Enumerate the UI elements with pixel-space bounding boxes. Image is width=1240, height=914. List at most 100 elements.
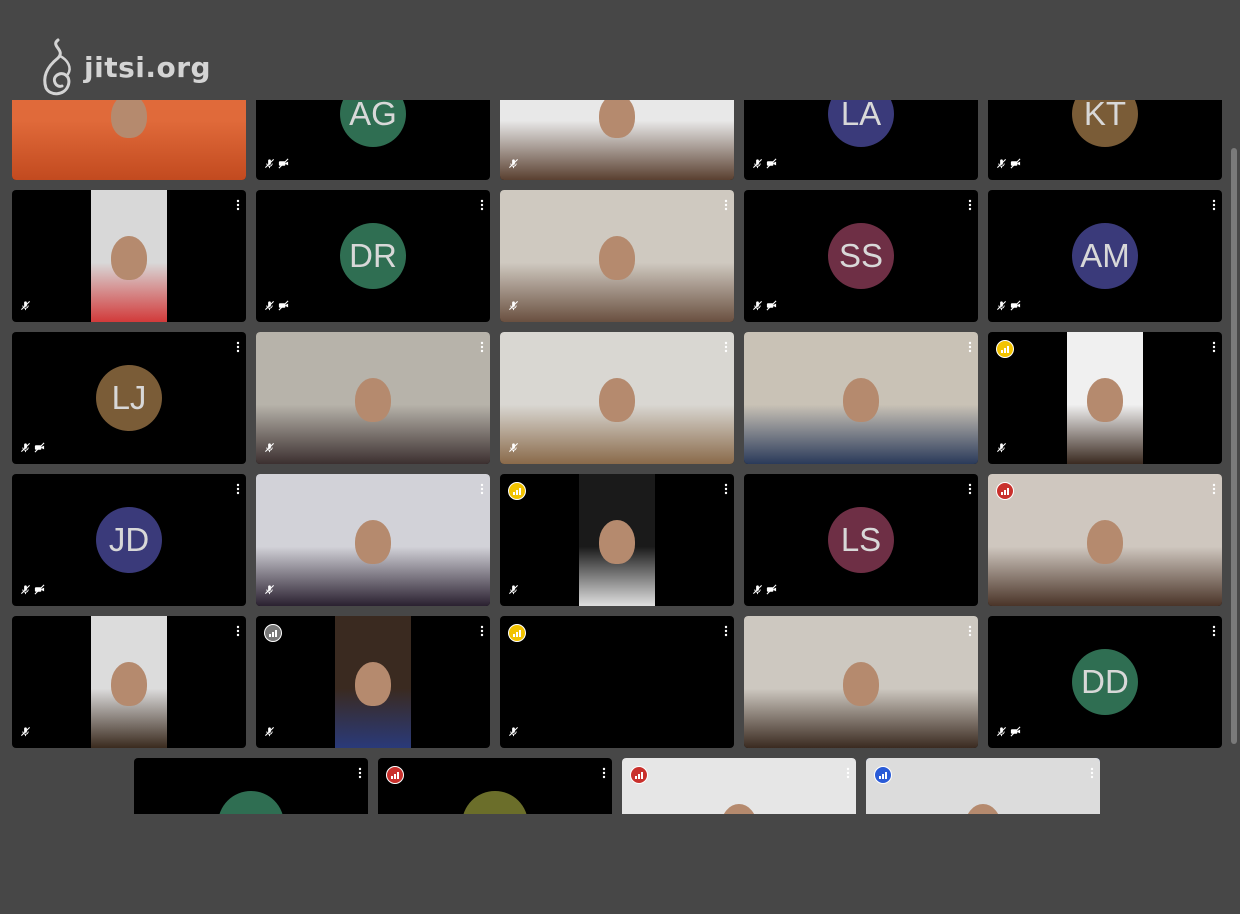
participant-tile-12[interactable]	[256, 332, 490, 464]
participant-tile-ag[interactable]: AG	[256, 100, 490, 180]
participant-video	[500, 100, 734, 180]
status-icons	[752, 156, 777, 174]
connection-indicator-icon[interactable]	[874, 766, 892, 784]
participant-face	[843, 378, 879, 422]
mic-muted-icon	[752, 156, 763, 174]
more-options-icon[interactable]	[236, 624, 240, 637]
connection-indicator-icon[interactable]	[508, 482, 526, 500]
more-options-icon[interactable]	[236, 340, 240, 353]
more-options-icon[interactable]	[968, 340, 972, 353]
more-options-icon[interactable]	[358, 766, 362, 779]
more-options-icon[interactable]	[846, 766, 850, 779]
participant-tile-14[interactable]	[744, 332, 978, 464]
participant-face	[721, 804, 757, 814]
grid-scrollbar[interactable]	[1231, 148, 1237, 744]
participant-tile-6[interactable]	[12, 190, 246, 322]
participant-face	[355, 378, 391, 422]
participant-avatar: LS	[828, 507, 894, 573]
participant-avatar: LJ	[96, 365, 162, 431]
more-options-icon[interactable]	[236, 198, 240, 211]
connection-indicator-icon[interactable]	[996, 482, 1014, 500]
status-icons	[996, 440, 1007, 458]
participant-avatar: DR	[340, 223, 406, 289]
more-options-icon[interactable]	[480, 624, 484, 637]
more-options-icon[interactable]	[724, 340, 728, 353]
mic-muted-icon	[20, 582, 31, 600]
participant-avatar: JD	[96, 507, 162, 573]
participant-face	[111, 100, 147, 138]
more-options-icon[interactable]	[1090, 766, 1094, 779]
participant-tile-am[interactable]: AM	[988, 190, 1222, 322]
participant-video	[579, 474, 655, 606]
mic-muted-icon	[20, 298, 31, 316]
more-options-icon[interactable]	[480, 198, 484, 211]
participant-video	[500, 332, 734, 464]
participant-video	[866, 758, 1100, 814]
more-options-icon[interactable]	[1212, 482, 1216, 495]
camera-off-icon	[1010, 298, 1021, 316]
participant-avatar: LA	[828, 100, 894, 147]
camera-off-icon	[766, 298, 777, 316]
participant-tile-13[interactable]	[500, 332, 734, 464]
participant-tile-20[interactable]	[988, 474, 1222, 606]
status-icons	[508, 156, 519, 174]
connection-indicator-icon[interactable]	[630, 766, 648, 784]
participant-video	[500, 190, 734, 322]
more-options-icon[interactable]	[968, 624, 972, 637]
participant-tile-15[interactable]	[988, 332, 1222, 464]
participant-tile-22[interactable]	[256, 616, 490, 748]
more-options-icon[interactable]	[724, 482, 728, 495]
mic-muted-icon	[508, 582, 519, 600]
participant-tile-kt[interactable]: KT	[988, 100, 1222, 180]
participant-tile-28[interactable]	[622, 758, 856, 814]
participant-tile-17[interactable]	[256, 474, 490, 606]
participant-tile-23[interactable]	[500, 616, 734, 748]
participant-tile-8[interactable]	[500, 190, 734, 322]
participant-tile-ss[interactable]: SS	[744, 190, 978, 322]
status-icons	[508, 440, 519, 458]
status-icons	[20, 298, 31, 316]
jitsi-logo-icon	[43, 38, 71, 96]
participant-face	[111, 662, 147, 706]
more-options-icon[interactable]	[968, 482, 972, 495]
participant-tile-27[interactable]	[378, 758, 612, 814]
more-options-icon[interactable]	[724, 624, 728, 637]
connection-indicator-icon[interactable]	[996, 340, 1014, 358]
status-icons	[264, 582, 275, 600]
participant-tile-dd[interactable]: DD	[988, 616, 1222, 748]
status-icons	[20, 582, 45, 600]
participant-tile-local[interactable]	[866, 758, 1100, 814]
participant-tile-ls[interactable]: LS	[744, 474, 978, 606]
more-options-icon[interactable]	[1212, 198, 1216, 211]
participant-avatar: SS	[828, 223, 894, 289]
participant-tile-21[interactable]	[12, 616, 246, 748]
mic-muted-icon	[508, 724, 519, 742]
status-icons	[264, 724, 275, 742]
more-options-icon[interactable]	[724, 198, 728, 211]
connection-indicator-icon[interactable]	[264, 624, 282, 642]
participant-tile-jd[interactable]: JD	[12, 474, 246, 606]
status-icons	[508, 724, 519, 742]
participant-tile-lj[interactable]: LJ	[12, 332, 246, 464]
connection-indicator-icon[interactable]	[386, 766, 404, 784]
camera-off-icon	[766, 156, 777, 174]
participant-face	[599, 520, 635, 564]
more-options-icon[interactable]	[1212, 624, 1216, 637]
participant-tile-26[interactable]	[134, 758, 368, 814]
more-options-icon[interactable]	[236, 482, 240, 495]
connection-indicator-icon[interactable]	[508, 624, 526, 642]
participant-tile-la[interactable]: LA	[744, 100, 978, 180]
more-options-icon[interactable]	[968, 198, 972, 211]
participant-avatar	[218, 791, 284, 814]
more-options-icon[interactable]	[1212, 340, 1216, 353]
participant-tile-dr[interactable]: DR	[256, 190, 490, 322]
participant-tile-18[interactable]	[500, 474, 734, 606]
mic-muted-icon	[508, 298, 519, 316]
participant-tile-3[interactable]	[500, 100, 734, 180]
more-options-icon[interactable]	[480, 482, 484, 495]
participant-tile-1[interactable]	[12, 100, 246, 180]
mic-muted-icon	[996, 724, 1007, 742]
more-options-icon[interactable]	[602, 766, 606, 779]
more-options-icon[interactable]	[480, 340, 484, 353]
participant-tile-24[interactable]	[744, 616, 978, 748]
